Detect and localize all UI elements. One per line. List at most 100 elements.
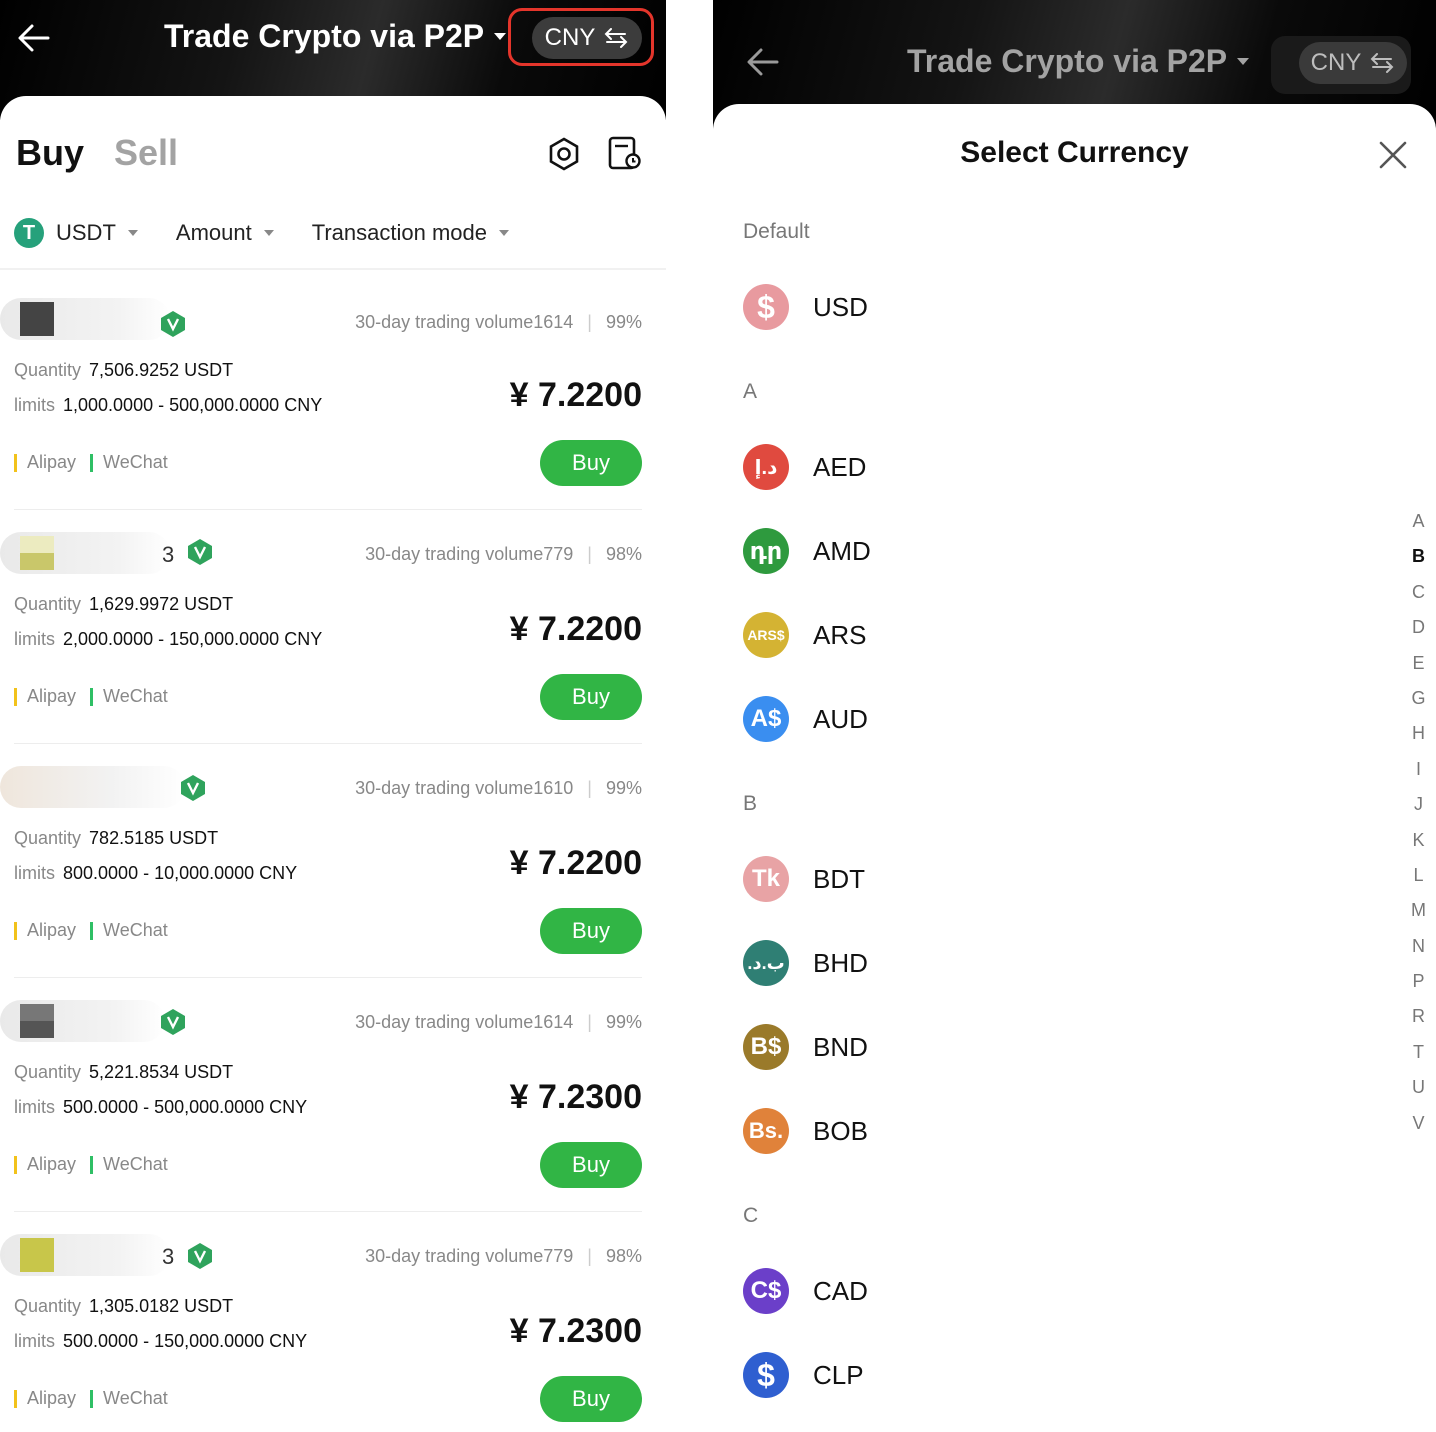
quantity-value: 782.5185 USDT: [89, 828, 219, 848]
currency-item-aud[interactable]: A$ AUD: [743, 696, 868, 742]
currency-switch-button[interactable]: CNY: [1299, 42, 1407, 84]
currency-item-bnd[interactable]: B$ BND: [743, 1024, 868, 1070]
back-arrow-icon[interactable]: [16, 20, 52, 56]
alphabet-index-letter[interactable]: H: [1412, 716, 1425, 751]
alipay-marker: [14, 453, 17, 472]
buy-button[interactable]: Buy: [540, 908, 642, 954]
tab-sell[interactable]: Sell: [114, 132, 178, 174]
currency-item-usd[interactable]: $ USD: [743, 284, 868, 330]
buy-button[interactable]: Buy: [540, 440, 642, 486]
limits-label: limits: [14, 395, 55, 415]
alphabet-index[interactable]: ABCDEGHIJKLMNPRTUV: [1411, 504, 1426, 1141]
page-title-dropdown[interactable]: Trade Crypto via P2P: [907, 43, 1250, 80]
payment-wechat: WeChat: [103, 920, 168, 940]
quantity-value: 7,506.9252 USDT: [89, 360, 234, 380]
verified-badge-icon: [161, 1009, 185, 1035]
currency-item-clp[interactable]: $ CLP: [743, 1352, 864, 1398]
transaction-mode-label: Transaction mode: [311, 220, 487, 245]
section-label-c: C: [743, 1204, 759, 1227]
ars-icon: ARS$: [743, 612, 789, 658]
payment-wechat: WeChat: [103, 452, 168, 472]
currency-item-bob[interactable]: Bs. BOB: [743, 1108, 868, 1154]
settings-hexagon-icon[interactable]: [546, 136, 582, 172]
payment-alipay: Alipay: [27, 1388, 77, 1408]
merchant-name-blurred: [0, 766, 185, 808]
currency-code: CAD: [813, 1275, 868, 1306]
alphabet-index-letter[interactable]: U: [1412, 1070, 1425, 1105]
currency-switch-button[interactable]: CNY: [532, 17, 642, 59]
amount-filter-label: Amount: [175, 220, 252, 245]
payment-alipay: Alipay: [27, 686, 77, 706]
alphabet-index-letter[interactable]: K: [1412, 823, 1424, 858]
currency-item-ars[interactable]: ARS$ ARS: [743, 612, 866, 658]
completion-rate: 99%: [605, 778, 642, 798]
verified-badge-icon: [181, 775, 205, 801]
order-history-icon[interactable]: [606, 134, 642, 172]
back-arrow-icon[interactable]: [745, 44, 781, 80]
wechat-marker: [90, 1155, 94, 1174]
chevron-down-icon: [1237, 58, 1250, 65]
alphabet-index-letter[interactable]: L: [1413, 858, 1423, 893]
quantity-row: Quantity 5,221.8534 USDT: [14, 1062, 233, 1083]
currency-item-bhd[interactable]: .ب.د BHD: [743, 940, 868, 986]
currency-code: CNY: [544, 24, 596, 51]
caret-down-icon: [263, 230, 274, 236]
bdt-icon: Tk: [743, 856, 789, 902]
offer-price: ¥ 7.2300: [509, 1078, 642, 1116]
alphabet-index-letter[interactable]: P: [1412, 964, 1424, 999]
alphabet-index-letter[interactable]: G: [1411, 681, 1425, 716]
currency-code: BHD: [813, 947, 868, 978]
offer-card: 3 30-day trading volume779 | 98% Quantity 1…: [0, 510, 666, 744]
quantity-value: 1,305.0182 USDT: [89, 1296, 234, 1316]
currency-item-amd[interactable]: դր AMD: [743, 528, 871, 574]
alphabet-index-letter[interactable]: I: [1416, 752, 1421, 787]
merchant-initial: 3: [162, 1244, 175, 1269]
limits-label: limits: [14, 629, 55, 649]
alphabet-index-letter[interactable]: N: [1412, 929, 1425, 964]
alphabet-index-letter[interactable]: M: [1411, 893, 1426, 928]
quantity-row: Quantity 1,305.0182 USDT: [14, 1296, 233, 1317]
currency-code: BOB: [813, 1115, 868, 1146]
alphabet-index-letter[interactable]: R: [1412, 999, 1425, 1034]
close-icon[interactable]: [1378, 140, 1408, 170]
alipay-marker: [14, 687, 17, 706]
alphabet-index-letter[interactable]: T: [1413, 1035, 1424, 1070]
wechat-marker: [90, 1389, 94, 1408]
merchant-avatar: [20, 302, 54, 336]
trading-stats: 30-day trading volume779 | 98%: [365, 1246, 642, 1266]
filter-divider: [0, 268, 666, 270]
chevron-down-icon: [494, 33, 507, 40]
amount-filter[interactable]: Amount: [176, 220, 274, 246]
trading-stats: 30-day trading volume779 | 98%: [365, 544, 642, 564]
merchant-avatar: [20, 1238, 54, 1272]
completion-rate: 99%: [605, 312, 642, 332]
buy-button[interactable]: Buy: [540, 1142, 642, 1188]
transaction-mode-filter[interactable]: Transaction mode: [312, 220, 509, 246]
asset-filter[interactable]: T USDT: [14, 218, 138, 248]
limits-label: limits: [14, 1331, 55, 1351]
currency-item-aed[interactable]: د.إ AED: [743, 444, 866, 490]
currency-item-cad[interactable]: C$ CAD: [743, 1268, 868, 1314]
alphabet-index-letter[interactable]: D: [1412, 610, 1425, 645]
limits-value: 800.0000 - 10,000.0000 CNY: [63, 863, 298, 883]
alphabet-index-letter[interactable]: A: [1412, 504, 1424, 539]
tab-buy[interactable]: Buy: [16, 132, 84, 174]
clp-icon: $: [743, 1352, 789, 1398]
page-title-dropdown[interactable]: Trade Crypto via P2P: [164, 18, 507, 55]
alphabet-index-letter[interactable]: V: [1412, 1106, 1424, 1141]
quantity-label: Quantity: [14, 1062, 82, 1082]
trading-stats: 30-day trading volume1610 | 99%: [355, 778, 642, 798]
alphabet-index-letter[interactable]: C: [1412, 575, 1425, 610]
buy-button[interactable]: Buy: [540, 674, 642, 720]
offer-card: 30-day trading volume1614 | 99% Quantity 7,…: [0, 276, 666, 510]
alphabet-index-letter[interactable]: B: [1412, 539, 1425, 574]
limits-label: limits: [14, 863, 55, 883]
buy-button[interactable]: Buy: [540, 1376, 642, 1422]
alipay-marker: [14, 921, 17, 940]
usd-icon: $: [743, 284, 789, 330]
currency-item-bdt[interactable]: Tk BDT: [743, 856, 865, 902]
page-title: Trade Crypto via P2P: [164, 18, 485, 54]
alphabet-index-letter[interactable]: E: [1412, 646, 1424, 681]
trading-volume: 30-day trading volume1614: [355, 312, 574, 332]
alphabet-index-letter[interactable]: J: [1414, 787, 1423, 822]
